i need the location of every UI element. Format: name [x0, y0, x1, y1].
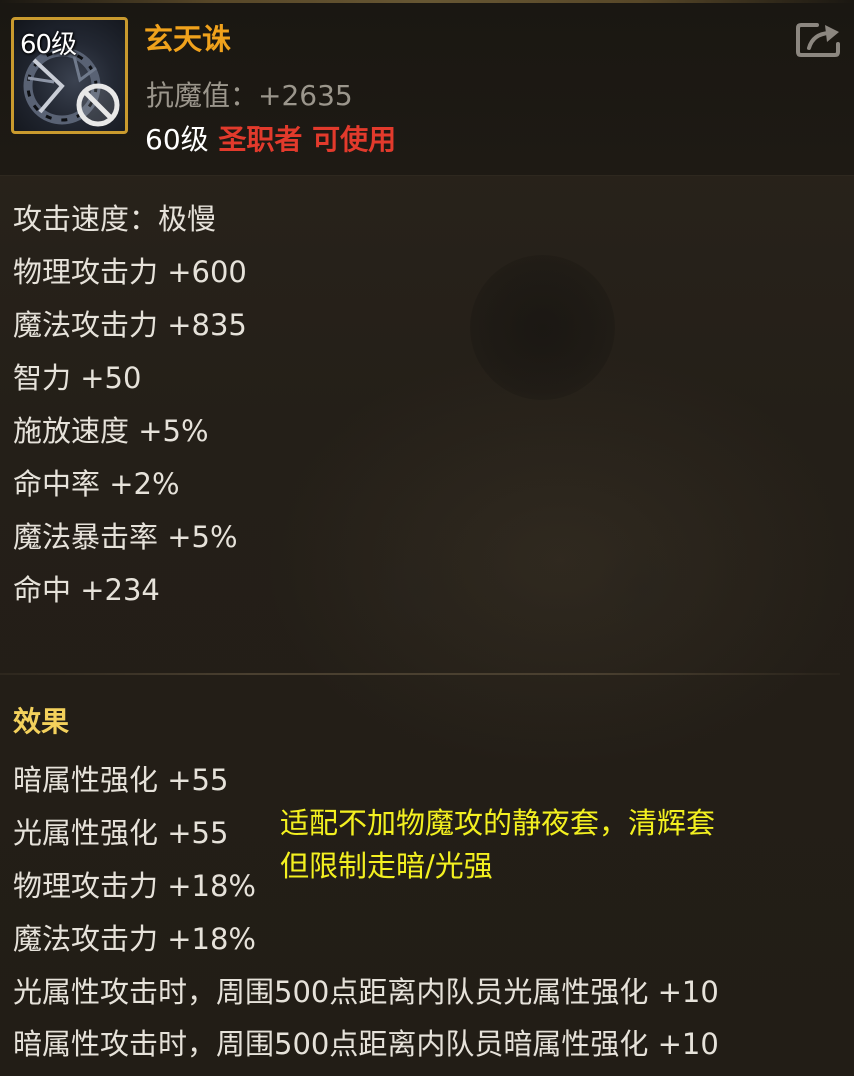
item-tooltip: 60级 玄天诛 抗魔值：+2635 60级 圣职者 可使用 攻击速度：极慢 物理…: [0, 0, 854, 1076]
share-button[interactable]: [795, 20, 843, 58]
stat-accuracy: 命中 +234: [13, 573, 160, 607]
background-figure: [600, 540, 690, 640]
annotation-line: 但限制走暗/光强: [280, 849, 493, 883]
item-name: 玄天诛: [144, 22, 232, 56]
required-class: 圣职者: [218, 123, 303, 156]
effect-line: 光属性强化 +55: [13, 816, 229, 850]
effect-line: 暗属性强化 +55: [13, 763, 229, 797]
magic-resist-value: 抗魔值：+2635: [146, 79, 353, 112]
stat-cast-speed: 施放速度 +5%: [13, 414, 209, 448]
item-requirement: 60级 圣职者 可使用: [145, 118, 396, 158]
usable-label: 可使用: [312, 123, 397, 156]
section-divider: [0, 673, 840, 675]
item-icon[interactable]: 60级: [11, 17, 128, 134]
tooltip-header: 60级 玄天诛 抗魔值：+2635 60级 圣职者 可使用: [0, 0, 854, 176]
required-level: 60级: [145, 123, 209, 156]
effects-title: 效果: [13, 705, 70, 738]
header-accent-line: [0, 0, 854, 3]
effect-line: 魔法攻击力 +18%: [13, 922, 256, 956]
effect-line: 物理攻击力 +18%: [13, 869, 256, 903]
stat-physical-attack: 物理攻击力 +600: [13, 255, 247, 289]
stat-hit-rate: 命中率 +2%: [13, 467, 180, 501]
stat-intelligence: 智力 +50: [13, 361, 142, 395]
annotation-line: 适配不加物魔攻的静夜套，清辉套: [280, 806, 716, 840]
stat-magic-crit: 魔法暴击率 +5%: [13, 520, 238, 554]
background-emblem: [470, 255, 615, 400]
effect-line: 暗属性攻击时，周围500点距离内队员暗属性强化 +10: [13, 1027, 719, 1061]
stat-magic-attack: 魔法攻击力 +835: [13, 308, 247, 342]
background-figure: [370, 540, 460, 640]
effect-line: 光属性攻击时，周围500点距离内队员光属性强化 +10: [13, 975, 719, 1009]
share-icon: [796, 23, 840, 57]
stat-attack-speed: 攻击速度：极慢: [13, 202, 217, 236]
item-level-badge: 60级: [20, 30, 77, 60]
